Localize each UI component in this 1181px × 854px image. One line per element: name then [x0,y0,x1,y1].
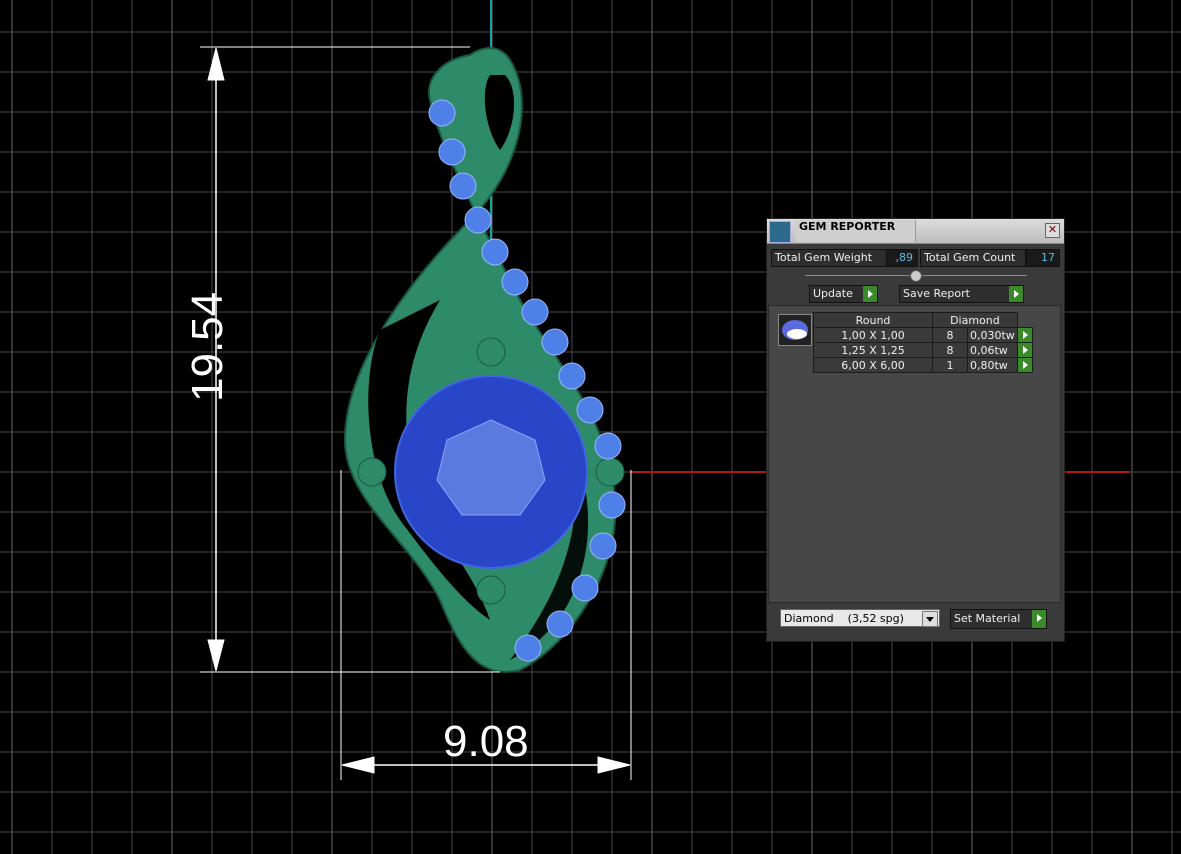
accent-stone [438,138,466,166]
play-icon [1032,610,1046,628]
gem-count: 8 [932,342,968,358]
set-material-label: Set Material [954,612,1021,625]
table-row[interactable]: 1,25 X 1,25 8 0,06tw [813,342,1033,358]
set-material-button[interactable]: Set Material [950,609,1047,629]
gem-reporter-icon [769,221,791,243]
accent-stone [428,99,456,127]
play-icon [863,286,877,302]
dimension-height-label: 19.54 [183,291,232,402]
gem-table: Round Diamond 1,00 X 1,00 8 0,030tw 1,25… [813,312,1033,373]
gem-size: 1,00 X 1,00 [813,327,933,343]
table-row[interactable]: 6,00 X 6,00 1 0,80tw [813,357,1033,373]
prong-left [357,457,387,487]
accent-stone [521,298,549,326]
accent-stone [571,574,599,602]
gem-weight: 0,030tw [967,327,1018,343]
total-count-label: Total Gem Count [920,249,1026,267]
select-row-button[interactable] [1016,357,1033,373]
pendant-model [343,47,626,673]
accent-stone [501,268,529,296]
save-report-button[interactable]: Save Report [899,285,1024,303]
gem-count: 1 [932,357,968,373]
accent-stone [576,396,604,424]
update-button-label: Update [813,287,853,300]
column-header-shape: Round [813,312,933,328]
material-dropdown[interactable]: Diamond (3,52 spg) [780,609,940,627]
prong-bottom [476,575,506,605]
gem-size: 6,00 X 6,00 [813,357,933,373]
total-weight-value: ,89 [886,249,918,267]
gem-list[interactable]: Round Diamond 1,00 X 1,00 8 0,030tw 1,25… [768,305,1061,603]
panel-titlebar[interactable]: GEM REPORTER ✕ [767,219,1064,244]
gem-size: 1,25 X 1,25 [813,342,933,358]
accent-stone [449,172,477,200]
accent-stone [541,328,569,356]
gem-count: 8 [932,327,968,343]
material-dropdown-value: Diamond (3,52 spg) [784,612,904,625]
play-icon [1009,286,1023,302]
accent-stone [464,206,492,234]
accent-stone [594,432,622,460]
panel-slider-knob[interactable] [910,270,922,282]
gem-weight: 0,80tw [967,357,1018,373]
accent-stone [546,610,574,638]
gem-weight: 0,06tw [967,342,1018,358]
select-row-button[interactable] [1016,327,1033,343]
dimension-width-label: 9.08 [443,717,529,766]
accent-stone [589,532,617,560]
total-weight-label: Total Gem Weight [771,249,887,267]
accent-stone [558,362,586,390]
accent-stone [598,491,626,519]
gem-reporter-panel[interactable]: GEM REPORTER ✕ Total Gem Weight ,89 Tota… [766,218,1065,642]
table-row[interactable]: 1,00 X 1,00 8 0,030tw [813,327,1033,343]
chevron-down-icon[interactable] [922,611,938,627]
close-icon[interactable]: ✕ [1045,223,1060,238]
prong-top [476,337,506,367]
select-row-button[interactable] [1016,342,1033,358]
gem-thumbnail[interactable] [778,314,812,346]
prong-right [595,457,625,487]
accent-stone [481,238,509,266]
column-header-material: Diamond [932,312,1018,328]
update-button[interactable]: Update [809,285,878,303]
panel-title: GEM REPORTER [795,220,916,242]
total-count-value: 17 [1026,249,1060,267]
save-report-label: Save Report [903,287,970,300]
accent-stone [514,634,542,662]
